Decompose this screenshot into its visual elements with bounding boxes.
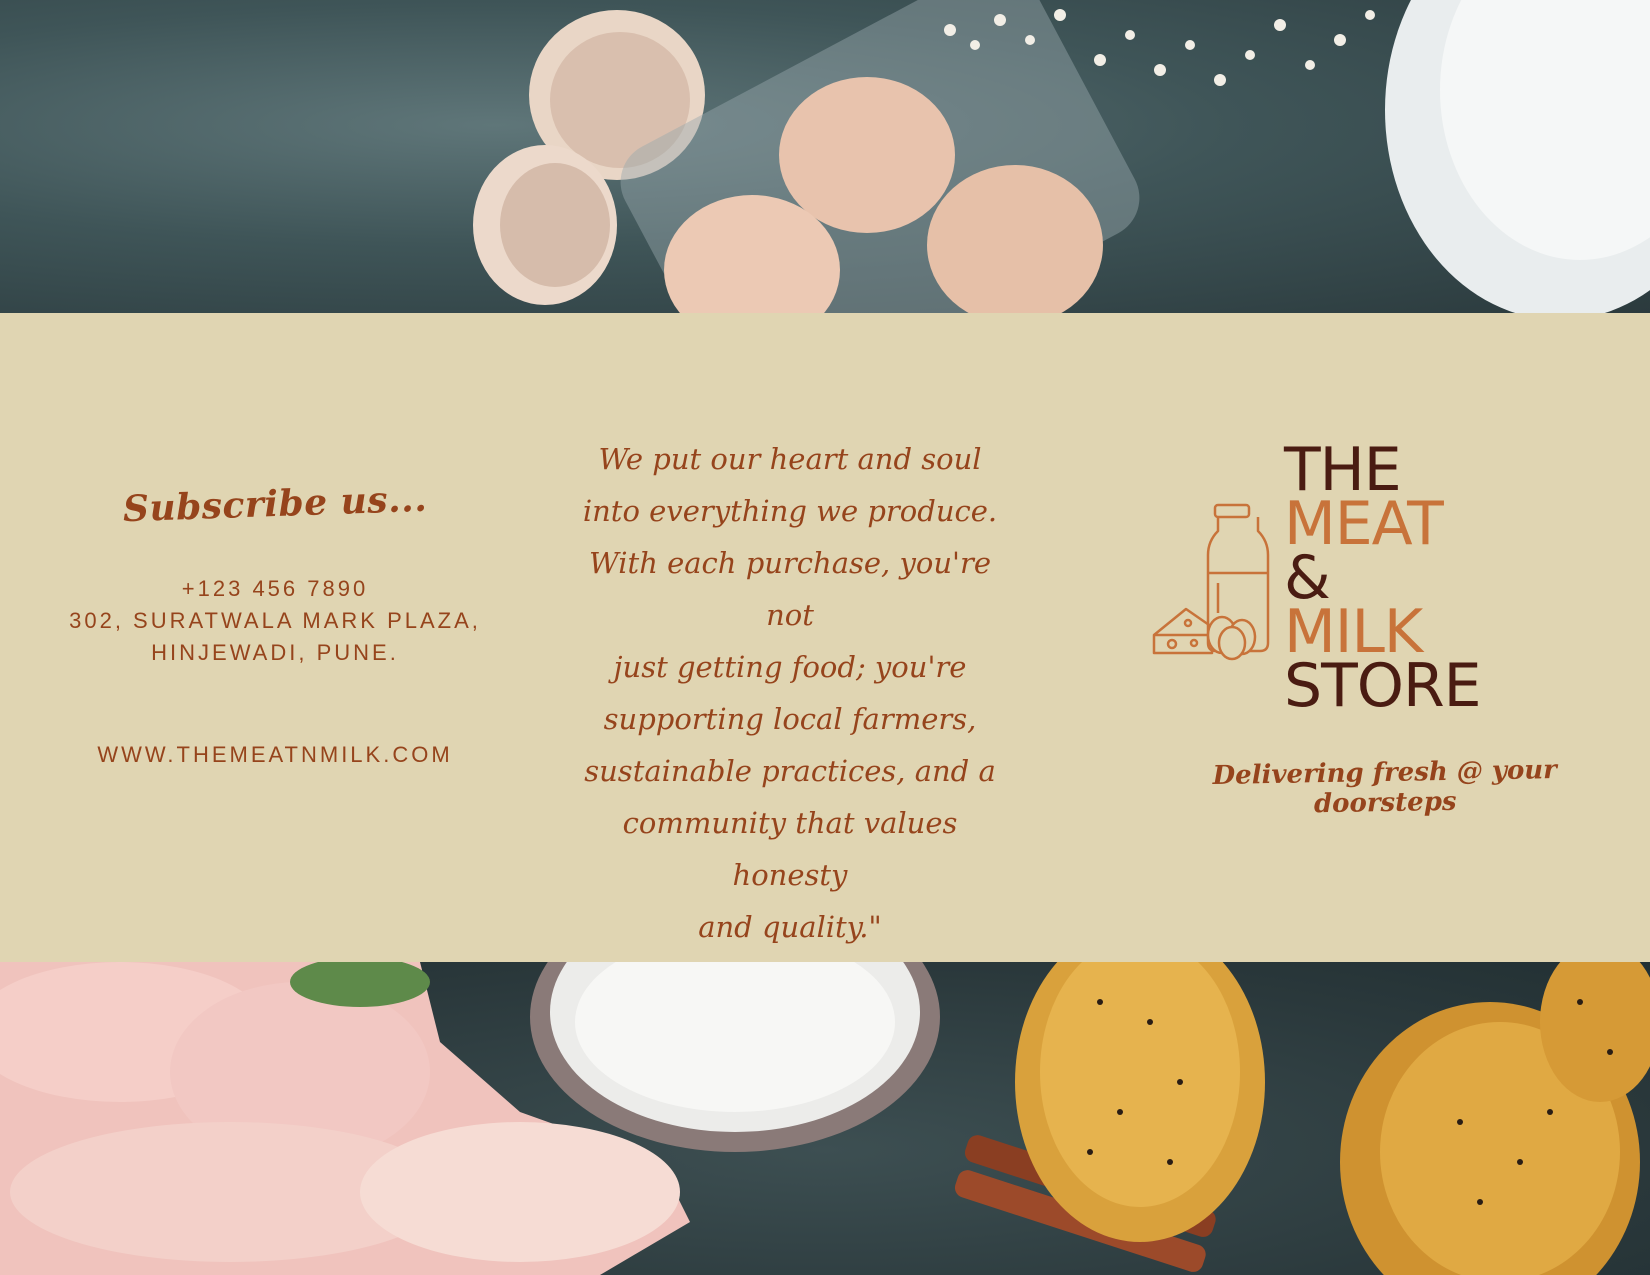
- phone-number: +123 456 7890: [181, 576, 369, 601]
- address-line-2: HINJEWADI, PUNE.: [151, 640, 399, 665]
- logo-wordmark: THE MEAT & MILK STORE: [1284, 440, 1482, 721]
- milk-bottle-cheese-eggs-icon: [1152, 503, 1270, 661]
- quote-line: into everything we produce.: [582, 494, 998, 528]
- quote-line: just getting food; you're: [613, 650, 967, 684]
- logo: THE MEAT & MILK STORE: [1140, 440, 1580, 721]
- website-link[interactable]: WWW.THEMEATNMILK.COM: [40, 739, 510, 771]
- top-photo: [0, 0, 1650, 313]
- bottom-photo: [0, 962, 1650, 1275]
- quote-line: and quality.": [698, 910, 882, 944]
- quote-line: With each purchase, you're not: [588, 546, 992, 632]
- subscribe-heading: Subscribe us...: [122, 477, 428, 531]
- address-line-1: 302, SURATWALA MARK PLAZA,: [69, 608, 481, 633]
- quote-line: supporting local farmers,: [603, 702, 977, 736]
- quote-line: sustainable practices, and a: [584, 754, 996, 788]
- tagline: Delivering fresh @ your doorsteps: [1212, 755, 1558, 820]
- quote-section: We put our heart and soul into everythin…: [570, 433, 1010, 953]
- quote-line: We put our heart and soul: [598, 442, 982, 476]
- quote-line: community that values honesty: [622, 806, 958, 892]
- subscribe-section: Subscribe us... +123 456 7890 302, SURAT…: [40, 478, 510, 771]
- brand-logo-section: THE MEAT & MILK STORE: [1140, 440, 1620, 721]
- quote-text: We put our heart and soul into everythin…: [570, 433, 1010, 953]
- logo-line-store: STORE: [1284, 651, 1482, 721]
- content-panel: Subscribe us... +123 456 7890 302, SURAT…: [0, 313, 1650, 962]
